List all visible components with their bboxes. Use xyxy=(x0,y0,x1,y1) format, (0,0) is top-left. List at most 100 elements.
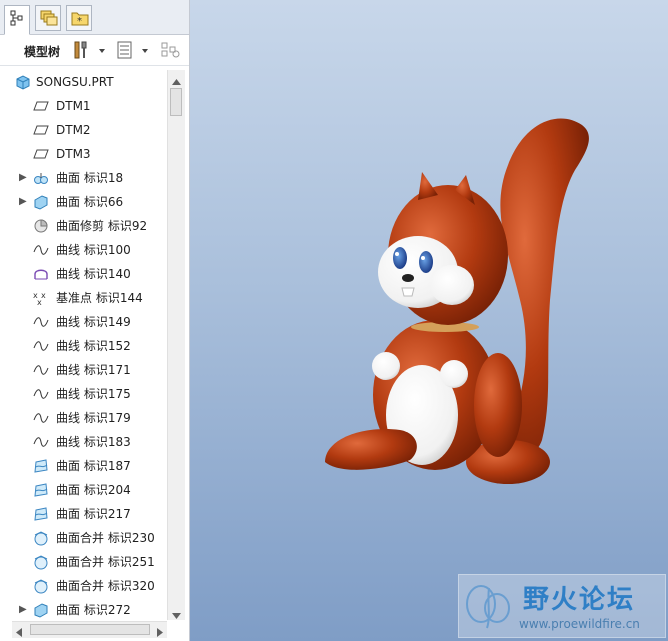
tree-item-surface-187[interactable]: 曲面 标识187 xyxy=(5,454,167,478)
eye-highlight xyxy=(421,256,425,260)
tree-item-curve-183[interactable]: 曲线 标识183 xyxy=(5,430,167,454)
tree-item-label: 曲线 标识183 xyxy=(56,435,131,449)
tree-item-label: DTM1 xyxy=(56,99,91,113)
tree-item-label: DTM2 xyxy=(56,123,91,137)
tree-item-curve-179[interactable]: 曲线 标识179 xyxy=(5,406,167,430)
surface-icon xyxy=(33,602,49,618)
layers-icon xyxy=(40,10,58,26)
forum-watermark: 野火论坛 www.proewildfire.cn xyxy=(458,574,666,638)
curve-icon xyxy=(33,362,49,378)
model-tree-panel: * 模型树 SONGSU.PRT DTM1 DTM2 DTM3 ▶ 曲面 标识1… xyxy=(0,0,190,641)
tree-item-label: 曲线 标识171 xyxy=(56,363,131,377)
chevron-down-icon[interactable] xyxy=(141,44,149,58)
tree-hierarchy-icon xyxy=(10,10,23,26)
tree-item-merge-230[interactable]: 曲面合并 标识230 xyxy=(5,526,167,550)
filter-icon[interactable] xyxy=(161,41,181,62)
svg-text:x: x xyxy=(41,291,46,300)
tree-item-label: SONGSU.PRT xyxy=(36,75,114,89)
horizontal-scrollbar[interactable] xyxy=(12,621,167,638)
datum-plane-icon xyxy=(33,146,49,162)
tree-item-curve-149[interactable]: 曲线 标识149 xyxy=(5,310,167,334)
scroll-down-icon[interactable] xyxy=(172,608,181,622)
merge-icon xyxy=(33,554,49,570)
tree-item-merge-320[interactable]: 曲面合并 标识320 xyxy=(5,574,167,598)
squirrel-eye-left xyxy=(393,247,407,269)
tree-item-root[interactable]: SONGSU.PRT xyxy=(5,70,167,94)
tree-item-label: 曲线 标识179 xyxy=(56,411,131,425)
tree-item-curve-152[interactable]: 曲线 标识152 xyxy=(5,334,167,358)
tree-item-label: 曲线 标识152 xyxy=(56,339,131,353)
show-list-icon[interactable] xyxy=(116,41,134,62)
svg-text:x: x xyxy=(37,298,42,306)
chevron-down-icon[interactable] xyxy=(98,44,106,58)
curve-icon xyxy=(33,434,49,450)
tree-item-label: 曲面 标识272 xyxy=(56,603,131,617)
horizontal-scroll-thumb[interactable] xyxy=(30,624,150,635)
tree-item-label: 曲面 标识18 xyxy=(56,171,124,185)
tree-item-label: 曲线 标识100 xyxy=(56,243,131,257)
model-tree-label: 模型树 xyxy=(24,45,61,59)
expand-arrow-icon[interactable]: ▶ xyxy=(19,172,29,184)
tree-item-surface-217[interactable]: 曲面 标识217 xyxy=(5,502,167,526)
merge-icon xyxy=(33,530,49,546)
tree-item-dtm2[interactable]: DTM2 xyxy=(5,118,167,142)
tree-item-dtm1[interactable]: DTM1 xyxy=(5,94,167,118)
panel-tabs: * xyxy=(0,0,189,35)
tree-item-label: 基准点 标识144 xyxy=(56,291,143,305)
tree-item-label: 曲面合并 标识251 xyxy=(56,555,155,569)
datum-plane-icon xyxy=(33,98,49,114)
tree-item-label: 曲面 标识66 xyxy=(56,195,124,209)
scroll-left-icon[interactable] xyxy=(16,626,22,640)
surface-blue-icon xyxy=(33,458,49,474)
scroll-right-icon[interactable] xyxy=(157,626,163,640)
curve-icon xyxy=(33,314,49,330)
tree-item-label: 曲面 标识204 xyxy=(56,483,131,497)
tree-item-curve-171[interactable]: 曲线 标识171 xyxy=(5,358,167,382)
tab-layers[interactable] xyxy=(35,5,61,31)
tree-item-label: 曲面 标识187 xyxy=(56,459,131,473)
tree-item-surface-66[interactable]: ▶ 曲面 标识66 xyxy=(5,190,167,214)
datum-plane-icon xyxy=(33,122,49,138)
tree-item-label: 曲面合并 标识230 xyxy=(56,531,155,545)
model-tree-toolbar: 模型树 xyxy=(0,35,189,66)
squirrel-eye-right xyxy=(419,251,433,273)
part-icon xyxy=(15,74,31,90)
datum-point-icon: xxx xyxy=(33,290,49,307)
surface-blue-icon xyxy=(33,506,49,522)
tree-item-label: 曲面 标识217 xyxy=(56,507,131,521)
squirrel-cheek xyxy=(430,265,474,305)
tab-model-tree[interactable] xyxy=(4,5,30,35)
expand-arrow-icon[interactable]: ▶ xyxy=(19,196,29,208)
tree-item-label: 曲线 标识140 xyxy=(56,267,131,281)
folder-star-icon: * xyxy=(71,12,89,26)
tree-item-merge-251[interactable]: 曲面合并 标识251 xyxy=(5,550,167,574)
svg-text:*: * xyxy=(77,16,82,26)
scroll-up-icon[interactable] xyxy=(172,74,181,88)
tab-favorites[interactable]: * xyxy=(66,5,92,31)
tree-item-surface-18[interactable]: ▶ 曲面 标识18 xyxy=(5,166,167,190)
graphics-viewport[interactable]: 野火论坛 www.proewildfire.cn xyxy=(190,0,668,641)
trim-icon xyxy=(33,218,49,234)
surface-icon xyxy=(33,194,49,210)
squirrel-model xyxy=(325,118,589,484)
tree-item-dtm3[interactable]: DTM3 xyxy=(5,142,167,166)
tree-item-curve-100[interactable]: 曲线 标识100 xyxy=(5,238,167,262)
tree-item-label: 曲面合并 标识320 xyxy=(56,579,155,593)
squirrel-nose xyxy=(402,274,414,282)
tree-item-label: 曲面修剪 标识92 xyxy=(56,219,148,233)
squirrel-paw-right xyxy=(440,360,468,388)
squirrel-teeth xyxy=(401,287,415,297)
settings-tools-icon[interactable] xyxy=(72,41,90,62)
vertical-scroll-thumb[interactable] xyxy=(170,88,182,116)
tree-item-surface-272[interactable]: ▶ 曲面 标识272 xyxy=(5,598,167,620)
tree-item-label: DTM3 xyxy=(56,147,91,161)
eye-highlight xyxy=(395,252,399,256)
expand-arrow-icon[interactable]: ▶ xyxy=(19,604,29,616)
tree-item-curve-175[interactable]: 曲线 标识175 xyxy=(5,382,167,406)
squirrel-hind-leg xyxy=(474,353,522,457)
tree-item-surface-204[interactable]: 曲面 标识204 xyxy=(5,478,167,502)
tree-item-trim-92[interactable]: 曲面修剪 标识92 xyxy=(5,214,167,238)
tree-item-datum-point-144[interactable]: xxx 基准点 标识144 xyxy=(5,286,167,310)
vertical-scrollbar[interactable] xyxy=(167,70,185,620)
tree-item-curve-140[interactable]: 曲线 标识140 xyxy=(5,262,167,286)
